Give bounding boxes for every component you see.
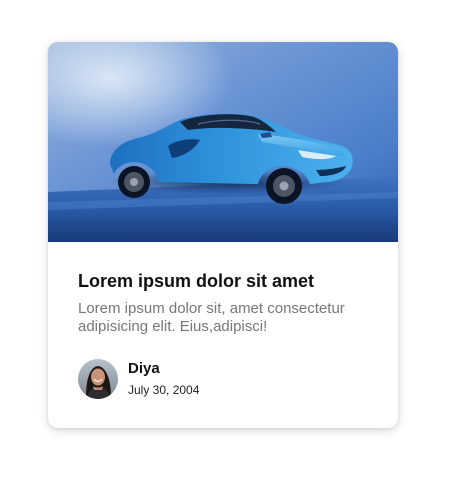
- car-image: [48, 42, 398, 242]
- author-name[interactable]: Diya: [128, 360, 199, 378]
- blog-card[interactable]: Lorem ipsum dolor sit amet Lorem ipsum d…: [48, 42, 398, 428]
- author-avatar[interactable]: [78, 359, 118, 399]
- author-text: Diya July 30, 2004: [128, 360, 199, 398]
- author-info: Diya July 30, 2004: [78, 358, 199, 400]
- card-body: Lorem ipsum dolor sit amet Lorem ipsum d…: [78, 268, 378, 336]
- publish-date: July 30, 2004: [128, 383, 200, 397]
- card-title[interactable]: Lorem ipsum dolor sit amet: [78, 268, 378, 294]
- page: Lorem ipsum dolor sit amet Lorem ipsum d…: [0, 0, 452, 493]
- card-description: Lorem ipsum dolor sit, amet consectetur …: [78, 300, 345, 335]
